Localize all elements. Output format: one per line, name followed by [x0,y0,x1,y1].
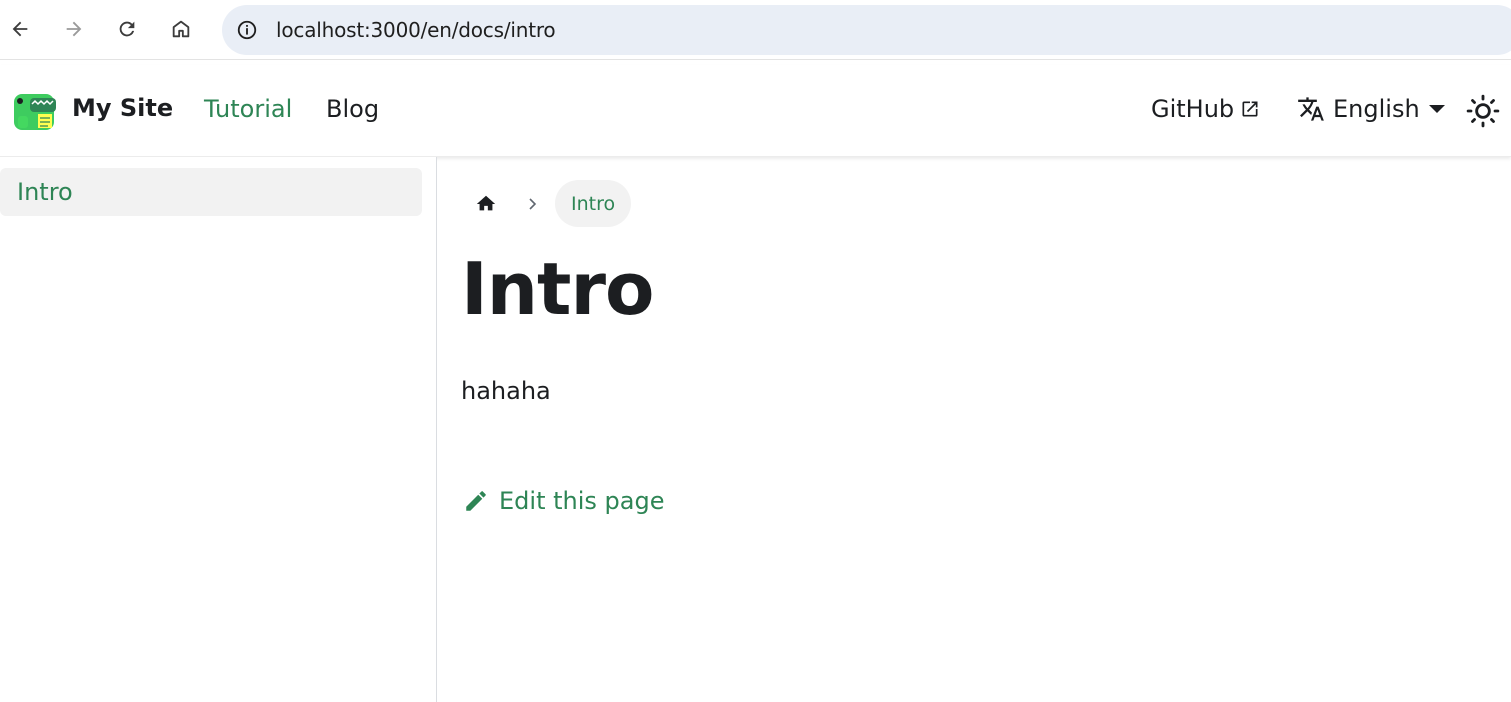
sun-icon [1466,94,1500,128]
site-navbar: My Site Tutorial Blog GitHub English [0,65,1511,157]
arrow-left-icon [12,21,28,37]
doc-main: Intro Intro hahaha Edit this page [437,157,1511,702]
pencil-icon [466,491,486,511]
docs-sidebar: Intro [0,157,437,702]
home-icon [476,195,496,210]
translate-icon [1298,97,1324,121]
edit-this-page-link[interactable]: Edit this page [463,487,664,515]
browser-toolbar: localhost:3000/en/docs/intro [0,0,1511,60]
chevron-right-icon [529,197,537,210]
theme-toggle-button[interactable] [1464,92,1502,130]
forward-button[interactable] [57,12,91,46]
page-title: Intro [461,247,654,331]
external-link-icon [1242,101,1258,117]
github-label: GitHub [1151,95,1235,123]
sidebar-item-label: Intro [17,178,73,206]
home-icon [172,20,190,38]
language-label: English [1333,95,1420,123]
info-icon[interactable] [234,17,260,43]
site-title[interactable]: My Site [72,94,173,122]
edit-link-label: Edit this page [499,487,665,515]
address-bar[interactable]: localhost:3000/en/docs/intro [222,5,1511,55]
github-link[interactable]: GitHub [1151,95,1260,123]
page-body-text: hahaha [461,377,551,405]
reload-icon [119,21,135,37]
nav-link-blog[interactable]: Blog [326,95,379,123]
dinosaur-logo-icon[interactable] [12,90,58,132]
caret-down-icon [1428,105,1445,113]
breadcrumb-home-link[interactable] [461,180,511,227]
breadcrumb-current: Intro [555,180,632,227]
arrow-right-icon [66,21,82,37]
home-button[interactable] [164,12,198,46]
nav-link-tutorial[interactable]: Tutorial [204,95,292,123]
back-button[interactable] [3,12,37,46]
breadcrumb-separator [511,197,555,211]
sidebar-item-intro[interactable]: Intro [0,168,422,216]
reload-button[interactable] [110,12,144,46]
url-text[interactable]: localhost:3000/en/docs/intro [276,18,556,42]
breadcrumb: Intro [461,180,632,227]
language-dropdown[interactable]: English [1297,95,1446,123]
